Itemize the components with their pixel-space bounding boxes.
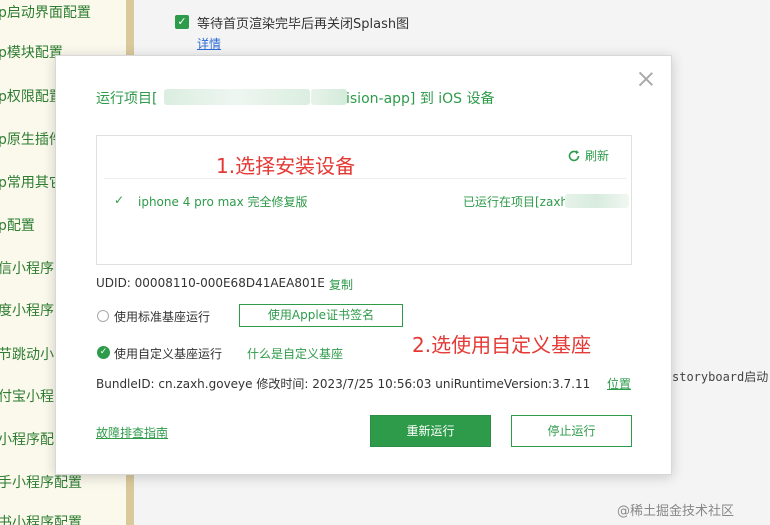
splash-detail-link[interactable]: 详情 — [197, 35, 221, 52]
what-is-custom-base-link[interactable]: 什么是自定义基座 — [247, 345, 343, 362]
refresh-label: 刷新 — [585, 149, 610, 163]
custom-base-label[interactable]: 使用自定义基座运行 — [114, 345, 222, 362]
sidebar-item-lark-mp[interactable]: 书小程序配置 — [0, 512, 82, 525]
device-item-name[interactable]: iphone 4 pro max 完全修复版 — [138, 193, 308, 210]
redacted-running-project — [565, 194, 629, 208]
redacted-project-name-2 — [311, 89, 347, 105]
sidebar-item-mp-config[interactable]: 小程序配 — [0, 429, 54, 449]
check-icon: ✓ — [114, 193, 125, 207]
device-list: 刷新 ✓ iphone 4 pro max 完全修复版 已运行在项目[zaxh — [96, 135, 632, 265]
splash-option-checkbox[interactable]: ✓ — [175, 15, 189, 29]
refresh-button[interactable]: 刷新 — [567, 147, 609, 164]
sidebar-item-wechat-mp[interactable]: 信小程序 — [0, 258, 54, 278]
sidebar-item-baidu-mp[interactable]: 度小程序 — [0, 300, 54, 320]
troubleshoot-guide-link[interactable]: 故障排查指南 — [96, 424, 168, 441]
copy-udid-link[interactable]: 复制 — [329, 276, 353, 293]
custom-base-radio[interactable]: ✓ — [97, 346, 110, 359]
close-icon[interactable] — [637, 70, 655, 88]
dialog-title-prefix: 运行项目[ — [96, 91, 158, 107]
refresh-icon — [568, 150, 580, 162]
sidebar-item-bytedance-mp[interactable]: 节跳动小 — [0, 344, 54, 364]
sidebar-item-module-config[interactable]: p模块配置 — [0, 42, 63, 62]
splash-option-label: 等待首页渲染完毕后再关闭Splash图 — [197, 17, 410, 32]
run-to-ios-dialog: 运行项目[ ision-app] 到 iOS 设备 刷新 ✓ iphone 4 … — [55, 55, 672, 475]
stop-button[interactable]: 停止运行 — [511, 415, 632, 447]
sidebar-item-splash-config[interactable]: p启动界面配置 — [0, 2, 91, 22]
bundle-info: BundleID: cn.zaxh.goveye 修改时间: 2023/7/25… — [96, 377, 591, 391]
annotation-step-1: 1.选择安装设备 — [216, 154, 356, 178]
sidebar-item-other-config[interactable]: p常用其它 — [0, 172, 63, 192]
watermark: @稀土掘金技术社区 — [617, 504, 735, 519]
sidebar-item-native-plugin[interactable]: p原生插件 — [0, 129, 63, 149]
dialog-title-suffix: ision-app] 到 iOS 设备 — [346, 91, 495, 107]
location-link[interactable]: 位置 — [607, 375, 631, 392]
annotation-step-2: 2.选使用自定义基座 — [412, 333, 592, 357]
sidebar-item-alipay-mp[interactable]: 付宝小程 — [0, 386, 54, 406]
sidebar-item-config[interactable]: p配置 — [0, 215, 35, 235]
udid-text: UDID: 00008110-000E68D41AEA801E — [96, 276, 325, 290]
apple-cert-sign-button[interactable]: 使用Apple证书签名 — [239, 304, 403, 327]
standard-base-radio[interactable] — [97, 310, 109, 322]
standard-base-label[interactable]: 使用标准基座运行 — [114, 308, 210, 325]
rerun-button[interactable]: 重新运行 — [370, 415, 491, 447]
redacted-project-name — [164, 89, 310, 105]
device-list-divider — [104, 178, 626, 179]
sidebar-item-permission-config[interactable]: p权限配置 — [0, 86, 63, 106]
device-running-status: 已运行在项目[zaxh — [463, 195, 569, 209]
sidebar-item-kuaishou-mp[interactable]: 手小程序配置 — [0, 472, 82, 492]
storyboard-text: storyboard启动 — [672, 370, 769, 384]
